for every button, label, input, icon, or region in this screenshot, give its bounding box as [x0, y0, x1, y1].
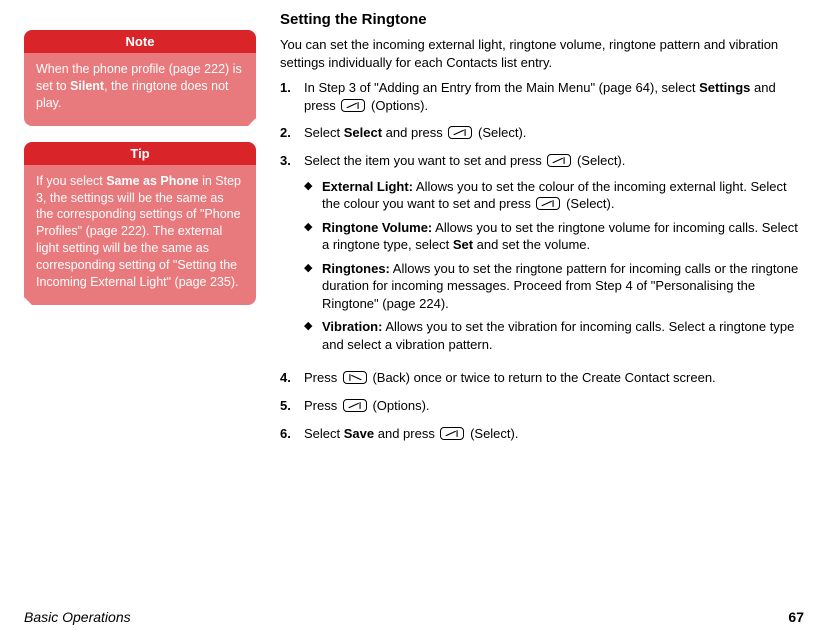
left-softkey-icon	[440, 427, 464, 440]
step-number: 6.	[280, 425, 304, 443]
left-softkey-icon	[536, 197, 560, 210]
tip-callout: Tip If you select Same as Phone in Step …	[24, 142, 256, 305]
sub-body: Ringtone Volume: Allows you to set the r…	[322, 219, 804, 254]
left-softkey-icon	[341, 99, 365, 112]
note-callout: Note When the phone profile (page 222) i…	[24, 30, 256, 126]
footer-page-number: 67	[788, 609, 804, 625]
callout-notch-icon	[24, 296, 33, 305]
step-number: 3.	[280, 152, 304, 359]
diamond-bullet-icon: ◆	[304, 178, 322, 213]
footer-section: Basic Operations	[24, 609, 131, 625]
tip-bold: Same as Phone	[106, 174, 198, 188]
step-item: 1.In Step 3 of "Adding an Entry from the…	[280, 79, 804, 114]
sub-body: Ringtones: Allows you to set the rington…	[322, 260, 804, 313]
step-body: Press (Back) once or twice to return to …	[304, 369, 804, 387]
step-number: 1.	[280, 79, 304, 114]
step-item: 2.Select Select and press (Select).	[280, 124, 804, 142]
step-body: In Step 3 of "Adding an Entry from the M…	[304, 79, 804, 114]
callout-notch-icon	[247, 117, 256, 126]
tip-text-post: in Step 3, the settings will be the same…	[36, 174, 241, 289]
tip-header: Tip	[24, 142, 256, 165]
step-text: In Step 3 of "Adding an Entry from the M…	[304, 79, 804, 114]
sub-item: ◆External Light: Allows you to set the c…	[304, 178, 804, 213]
step-text: Select Select and press (Select).	[304, 124, 804, 142]
step-list: 1.In Step 3 of "Adding an Entry from the…	[280, 79, 804, 442]
step-body: Press (Options).	[304, 397, 804, 415]
right-softkey-icon	[343, 371, 367, 384]
note-bold: Silent	[70, 79, 104, 93]
sub-item: ◆Vibration: Allows you to set the vibrat…	[304, 318, 804, 353]
step-text: Press (Back) once or twice to return to …	[304, 369, 804, 387]
sub-item: ◆Ringtones: Allows you to set the ringto…	[304, 260, 804, 313]
step-item: 5.Press (Options).	[280, 397, 804, 415]
step-item: 6.Select Save and press (Select).	[280, 425, 804, 443]
step-text: Press (Options).	[304, 397, 804, 415]
step-text: Select the item you want to set and pres…	[304, 152, 804, 170]
diamond-bullet-icon: ◆	[304, 219, 322, 254]
step-item: 4.Press (Back) once or twice to return t…	[280, 369, 804, 387]
left-softkey-icon	[343, 399, 367, 412]
step-item: 3.Select the item you want to set and pr…	[280, 152, 804, 359]
step-number: 5.	[280, 397, 304, 415]
sub-list: ◆External Light: Allows you to set the c…	[304, 178, 804, 354]
main-content: Setting the Ringtone You can set the inc…	[280, 10, 804, 452]
intro-text: You can set the incoming external light,…	[280, 36, 804, 71]
step-text: Select Save and press (Select).	[304, 425, 804, 443]
sub-item: ◆Ringtone Volume: Allows you to set the …	[304, 219, 804, 254]
page-footer: Basic Operations 67	[24, 609, 804, 625]
step-body: Select Select and press (Select).	[304, 124, 804, 142]
step-number: 4.	[280, 369, 304, 387]
sidebar: Note When the phone profile (page 222) i…	[24, 10, 256, 452]
page-title: Setting the Ringtone	[280, 10, 804, 30]
tip-body: If you select Same as Phone in Step 3, t…	[24, 165, 256, 305]
sub-body: External Light: Allows you to set the co…	[322, 178, 804, 213]
tip-text-pre: If you select	[36, 174, 106, 188]
sub-body: Vibration: Allows you to set the vibrati…	[322, 318, 804, 353]
left-softkey-icon	[547, 154, 571, 167]
note-body: When the phone profile (page 222) is set…	[24, 53, 256, 126]
step-number: 2.	[280, 124, 304, 142]
left-softkey-icon	[448, 126, 472, 139]
step-body: Select Save and press (Select).	[304, 425, 804, 443]
diamond-bullet-icon: ◆	[304, 318, 322, 353]
diamond-bullet-icon: ◆	[304, 260, 322, 313]
note-header: Note	[24, 30, 256, 53]
step-body: Select the item you want to set and pres…	[304, 152, 804, 359]
